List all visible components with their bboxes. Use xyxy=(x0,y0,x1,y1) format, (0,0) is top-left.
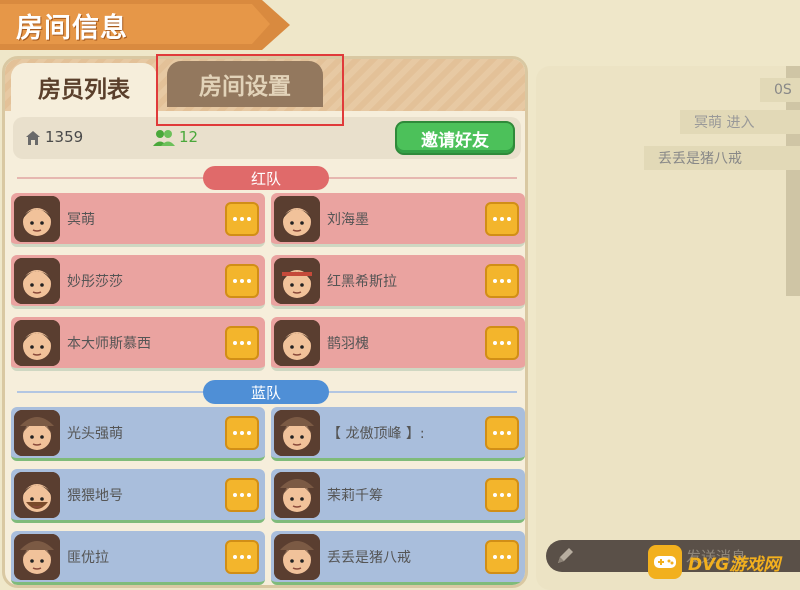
player-slot[interactable]: 茉莉千筹 xyxy=(271,469,525,523)
player-name: 妙彤莎莎 xyxy=(67,274,123,290)
player-avatar[interactable] xyxy=(14,258,60,304)
player-name: 刘海墨 xyxy=(327,212,369,228)
player-avatar[interactable] xyxy=(14,196,60,242)
player-slot[interactable]: 本大师斯慕西 xyxy=(11,317,265,371)
player-slot[interactable]: 猥猥地号 xyxy=(11,469,265,523)
chat-line: 0S xyxy=(760,78,800,102)
home-icon xyxy=(26,131,40,145)
player-name: 匪优拉 xyxy=(67,550,109,566)
player-avatar[interactable] xyxy=(274,534,320,580)
player-name: 鹊羽槐 xyxy=(327,336,369,352)
gamepad-icon xyxy=(648,545,682,579)
player-slot[interactable]: 红黑希斯拉 xyxy=(271,255,525,309)
watermark-text: DVG游戏网 xyxy=(688,554,781,575)
more-dots-icon[interactable] xyxy=(485,478,519,512)
player-name: 本大师斯慕西 xyxy=(67,336,151,352)
room-id: 1359 xyxy=(45,128,84,146)
more-dots-icon[interactable] xyxy=(225,478,259,512)
player-slot[interactable]: 冥萌 xyxy=(11,193,265,247)
player-avatar[interactable] xyxy=(274,320,320,366)
player-avatar[interactable] xyxy=(274,258,320,304)
player-avatar[interactable] xyxy=(14,534,60,580)
chat-line: 冥萌 进入 xyxy=(680,110,800,134)
player-slot[interactable]: 丢丢是猪八戒 xyxy=(271,531,525,585)
player-avatar[interactable] xyxy=(14,472,60,518)
member-count: 12 xyxy=(179,128,199,146)
player-name: 丢丢是猪八戒 xyxy=(327,550,411,566)
player-slot[interactable]: 刘海墨 xyxy=(271,193,525,247)
player-slot[interactable]: 妙彤莎莎 xyxy=(11,255,265,309)
chat-line: 丢丢是猪八戒 xyxy=(644,146,800,170)
chat-panel: 0S 冥萌 进入 丢丢是猪八戒 发送消息 xyxy=(536,66,800,590)
settings-tab-highlight xyxy=(156,54,344,126)
player-name: 红黑希斯拉 xyxy=(327,274,397,290)
player-slot[interactable]: 光头强萌 xyxy=(11,407,265,461)
people-icon xyxy=(153,130,175,146)
player-name: 冥萌 xyxy=(67,212,95,228)
more-dots-icon[interactable] xyxy=(225,326,259,360)
more-dots-icon[interactable] xyxy=(485,202,519,236)
more-dots-icon[interactable] xyxy=(485,416,519,450)
page-title: 房间信息 xyxy=(16,13,128,44)
more-dots-icon[interactable] xyxy=(225,202,259,236)
more-dots-icon[interactable] xyxy=(225,416,259,450)
player-slot[interactable]: 鹊羽槐 xyxy=(271,317,525,371)
player-avatar[interactable] xyxy=(14,320,60,366)
player-slot[interactable]: 匪优拉 xyxy=(11,531,265,585)
red-team-label: 红队 xyxy=(203,166,329,190)
player-avatar[interactable] xyxy=(14,410,60,456)
watermark: DVG游戏网 xyxy=(648,542,800,582)
room-members-panel: 房员列表 房间设置 1359 12 邀请好友 红队 蓝队 冥萌 刘海墨 妙彤莎莎 红黑… xyxy=(2,56,528,588)
player-name: 光头强萌 xyxy=(67,426,123,442)
player-name: 茉莉千筹 xyxy=(327,488,383,504)
player-name: 【 龙傲顶峰 】: xyxy=(327,426,425,442)
more-dots-icon[interactable] xyxy=(485,264,519,298)
tab-member-list[interactable]: 房员列表 xyxy=(11,63,157,111)
player-avatar[interactable] xyxy=(274,196,320,242)
invite-friends-button[interactable]: 邀请好友 xyxy=(395,121,515,155)
blue-team-label: 蓝队 xyxy=(203,380,329,404)
player-name: 猥猥地号 xyxy=(67,488,123,504)
pencil-icon xyxy=(558,548,573,563)
more-dots-icon[interactable] xyxy=(225,540,259,574)
more-dots-icon[interactable] xyxy=(485,540,519,574)
player-avatar[interactable] xyxy=(274,410,320,456)
player-avatar[interactable] xyxy=(274,472,320,518)
more-dots-icon[interactable] xyxy=(485,326,519,360)
player-slot[interactable]: 【 龙傲顶峰 】: xyxy=(271,407,525,461)
more-dots-icon[interactable] xyxy=(225,264,259,298)
